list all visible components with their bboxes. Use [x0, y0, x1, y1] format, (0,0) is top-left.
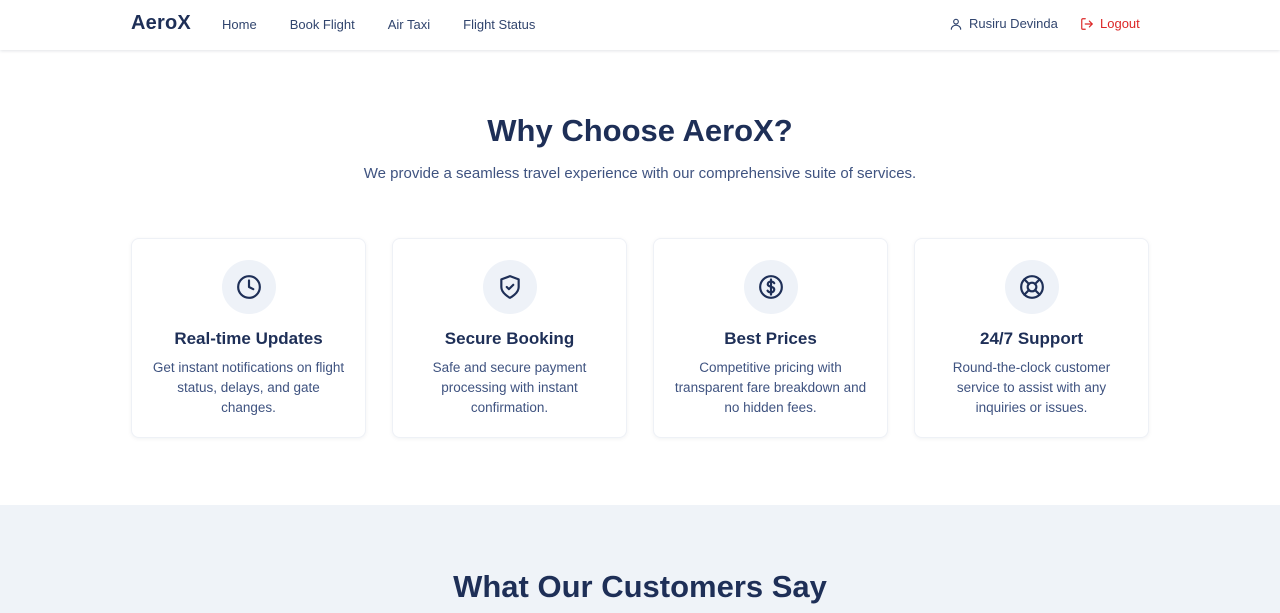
- feature-card: 24/7 Support Round-the-clock customer se…: [914, 238, 1149, 438]
- feature-title: Real-time Updates: [174, 329, 323, 348]
- nav-link-flight-status[interactable]: Flight Status: [463, 17, 535, 32]
- nav-links: Home Book Flight Air Taxi Flight Status: [222, 17, 568, 32]
- shield-check-icon: [483, 260, 537, 314]
- feature-description: Get instant notifications on flight stat…: [152, 360, 345, 415]
- logout-button[interactable]: Logout: [1080, 16, 1140, 31]
- section-title: Why Choose AeroX?: [487, 113, 793, 148]
- feature-description: Safe and secure payment processing with …: [432, 360, 587, 415]
- feature-description: Round-the-clock customer service to assi…: [952, 360, 1111, 415]
- feature-title: 24/7 Support: [980, 329, 1083, 348]
- testimonials-title: What Our Customers Say: [453, 569, 827, 604]
- logout-label: Logout: [1100, 16, 1140, 31]
- section-subtitle: We provide a seamless travel experience …: [363, 165, 917, 182]
- clock-icon: [222, 260, 276, 314]
- user-name: Rusiru Devinda: [969, 16, 1058, 31]
- feature-card: Best Prices Competitive pricing with tra…: [653, 238, 888, 438]
- nav-link-air-taxi[interactable]: Air Taxi: [388, 17, 430, 32]
- brand-logo[interactable]: AeroX: [131, 12, 191, 35]
- user-icon: [949, 17, 963, 31]
- navbar: AeroX Home Book Flight Air Taxi Flight S…: [0, 0, 1280, 50]
- testimonials-section: What Our Customers Say: [0, 505, 1280, 613]
- logout-icon: [1080, 17, 1094, 31]
- feature-card: Real-time Updates Get instant notificati…: [131, 238, 366, 438]
- nav-link-book-flight[interactable]: Book Flight: [290, 17, 355, 32]
- feature-title: Secure Booking: [444, 329, 575, 348]
- user-profile[interactable]: Rusiru Devinda: [949, 16, 1058, 31]
- lifebuoy-icon: [1005, 260, 1059, 314]
- feature-title: Best Prices: [724, 329, 817, 348]
- feature-card: Secure Booking Safe and secure payment p…: [392, 238, 627, 438]
- dollar-circle-icon: [744, 260, 798, 314]
- why-choose-section: Why Choose AeroX? We provide a seamless …: [0, 50, 1280, 505]
- feature-description: Competitive pricing with transparent far…: [674, 360, 867, 415]
- nav-link-home[interactable]: Home: [222, 17, 257, 32]
